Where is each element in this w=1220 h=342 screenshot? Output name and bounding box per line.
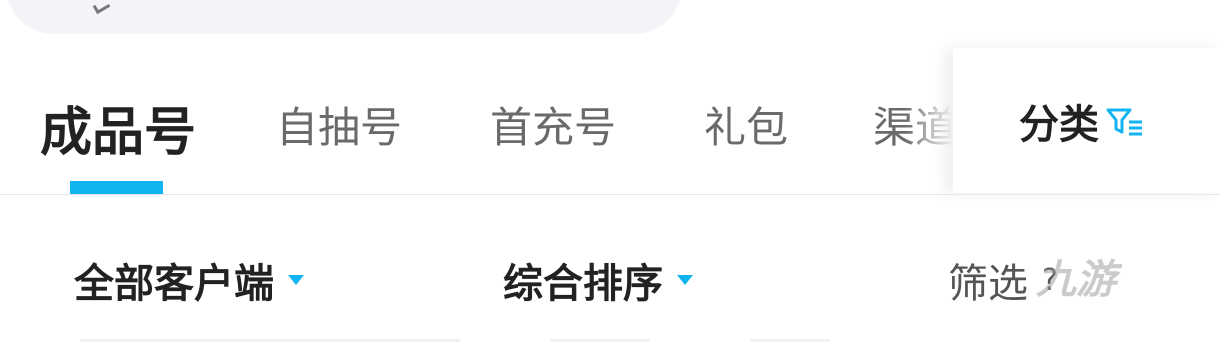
- screen-label: 筛选: [948, 261, 1028, 307]
- tab-self-draw-account[interactable]: 自抽号: [276, 94, 402, 155]
- tab-gift-pack[interactable]: 礼包: [704, 94, 788, 155]
- client-filter-label: 全部客户端: [74, 261, 274, 307]
- caret-down-icon: [677, 275, 693, 285]
- filter-list-icon: [1106, 108, 1142, 135]
- tab-finished-account[interactable]: 成品号: [40, 90, 196, 165]
- category-label: 分类: [1019, 101, 1099, 148]
- filter-bar: 全部客户端 综合排序 筛选 ? 九游: [0, 195, 1220, 342]
- caret-down-icon: [288, 275, 304, 285]
- sort-label: 综合排序: [503, 261, 663, 307]
- search-icon: [92, 0, 111, 15]
- client-filter-dropdown[interactable]: 全部客户端: [74, 251, 304, 309]
- active-tab-indicator: [70, 181, 163, 194]
- sort-dropdown[interactable]: 综合排序: [503, 251, 693, 309]
- tab-first-recharge-account[interactable]: 首充号: [490, 94, 616, 155]
- tab-overflow-fade: [905, 60, 953, 194]
- tab-bar: 成品号 自抽号 首充号 礼包 渠道 分类: [0, 48, 1220, 194]
- watermark-logo: 九游: [1036, 257, 1116, 303]
- category-button[interactable]: 分类: [953, 48, 1220, 193]
- search-bar[interactable]: [6, 0, 682, 34]
